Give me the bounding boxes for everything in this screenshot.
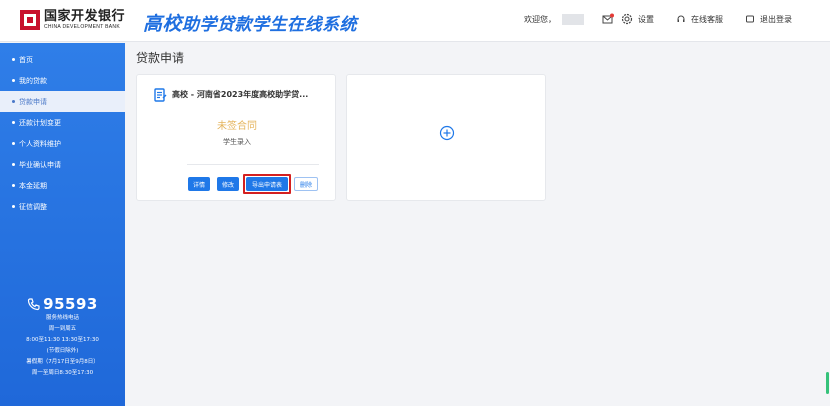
system-title: 高校助学贷款学生在线系统 (143, 9, 357, 36)
bank-name-en: CHINA DEVELOPMENT BANK (44, 24, 120, 30)
sidebar: 首页 我的贷款 贷款申请 还款计划变更 个人资料维护 毕业确认申请 本金延期 征… (0, 43, 125, 406)
hotline-line: 服务热线电话 (45, 315, 79, 321)
card-title: 高校 - 河南省2023年度高校助学贷... (172, 89, 309, 99)
sidebar-item-label: 个人资料维护 (19, 139, 61, 148)
online-service-link[interactable]: 在线客服 (691, 14, 723, 25)
sidebar-item-graduation-confirm[interactable]: 毕业确认申请 (0, 154, 125, 175)
card-header: 高校 - 河南省2023年度高校助学贷... (154, 87, 309, 102)
bank-logo[interactable]: 国家开发银行 CHINA DEVELOPMENT BANK (20, 10, 125, 30)
bullet-icon (12, 100, 15, 103)
sidebar-item-my-loans[interactable]: 我的贷款 (0, 70, 125, 91)
hotline-line: 暑假期（7月17日至9月8日） (26, 359, 99, 365)
hotline-line: 周一至周日8:30至17:30 (31, 370, 94, 376)
sidebar-item-credit-adjustment[interactable]: 征信调整 (0, 196, 125, 217)
system-title-part1: 高校 (143, 13, 183, 35)
sidebar-item-label: 征信调整 (19, 202, 47, 211)
top-header: 国家开发银行 CHINA DEVELOPMENT BANK 高校助学贷款学生在线… (0, 0, 830, 42)
bullet-icon (12, 184, 15, 187)
edit-button[interactable]: 修改 (217, 177, 239, 191)
loan-application-card: 高校 - 河南省2023年度高校助学贷... 未签合同 学生录入 详情 修改 导… (136, 74, 336, 201)
sidebar-item-label: 本金延期 (19, 181, 47, 190)
hotline-line: (节假日除外) (46, 348, 79, 354)
sidebar-item-label: 还款计划变更 (19, 118, 61, 127)
bullet-icon (12, 58, 15, 61)
contract-status: 未签合同 (217, 121, 257, 132)
phone-icon (27, 297, 41, 311)
page-title: 贷款申请 (136, 51, 185, 65)
sidebar-item-repayment-plan-change[interactable]: 还款计划变更 (0, 112, 125, 133)
username-blurred (562, 13, 584, 25)
headset-icon (676, 14, 686, 24)
sidebar-menu: 首页 我的贷款 贷款申请 还款计划变更 个人资料维护 毕业确认申请 本金延期 征… (0, 49, 125, 217)
plus-circle-icon[interactable] (439, 125, 455, 141)
document-icon (154, 87, 167, 102)
bank-name-cn: 国家开发银行 (44, 9, 126, 24)
welcome-text: 欢迎您， (524, 14, 556, 24)
bullet-icon (12, 205, 15, 208)
scroll-indicator[interactable] (826, 372, 829, 394)
card-divider (187, 164, 319, 165)
sidebar-item-label: 贷款申请 (19, 97, 47, 106)
sidebar-item-principal-deferral[interactable]: 本金延期 (0, 175, 125, 196)
header-actions: 欢迎您， 设置 在线客服 退出登录 (524, 12, 792, 26)
sidebar-item-label: 我的贷款 (19, 76, 47, 85)
mail-icon[interactable] (602, 13, 614, 25)
sidebar-item-personal-info[interactable]: 个人资料维护 (0, 133, 125, 154)
logout-icon (745, 14, 755, 24)
gear-icon[interactable] (620, 12, 634, 26)
sidebar-item-label: 毕业确认申请 (19, 160, 61, 169)
bullet-icon (12, 79, 15, 82)
sidebar-item-loan-application[interactable]: 贷款申请 (0, 91, 125, 112)
sidebar-item-home[interactable]: 首页 (0, 49, 125, 70)
logout-link[interactable]: 退出登录 (760, 14, 792, 25)
bank-logo-icon (20, 10, 40, 30)
hotline-line: 周一到周五 (48, 326, 77, 332)
delete-button[interactable]: 删除 (294, 177, 318, 191)
hotline-line: 8:00至11:30 13:30至17:30 (26, 337, 99, 343)
hotline-number: 95593 (43, 295, 98, 313)
sidebar-item-label: 首页 (19, 55, 33, 64)
highlight-annotation-box (243, 174, 291, 194)
bullet-icon (12, 121, 15, 124)
entry-source: 学生录入 (223, 138, 251, 146)
bullet-icon (12, 142, 15, 145)
settings-link[interactable]: 设置 (638, 14, 654, 25)
bullet-icon (12, 163, 15, 166)
hotline-panel: 95593 服务热线电话 周一到周五 8:00至11:30 13:30至17:3… (0, 295, 125, 379)
add-application-card[interactable] (346, 74, 546, 201)
detail-button[interactable]: 详情 (188, 177, 210, 191)
hotline-number-row: 95593 (0, 295, 125, 313)
system-title-part2: 助学贷款学生在线系统 (182, 15, 358, 35)
